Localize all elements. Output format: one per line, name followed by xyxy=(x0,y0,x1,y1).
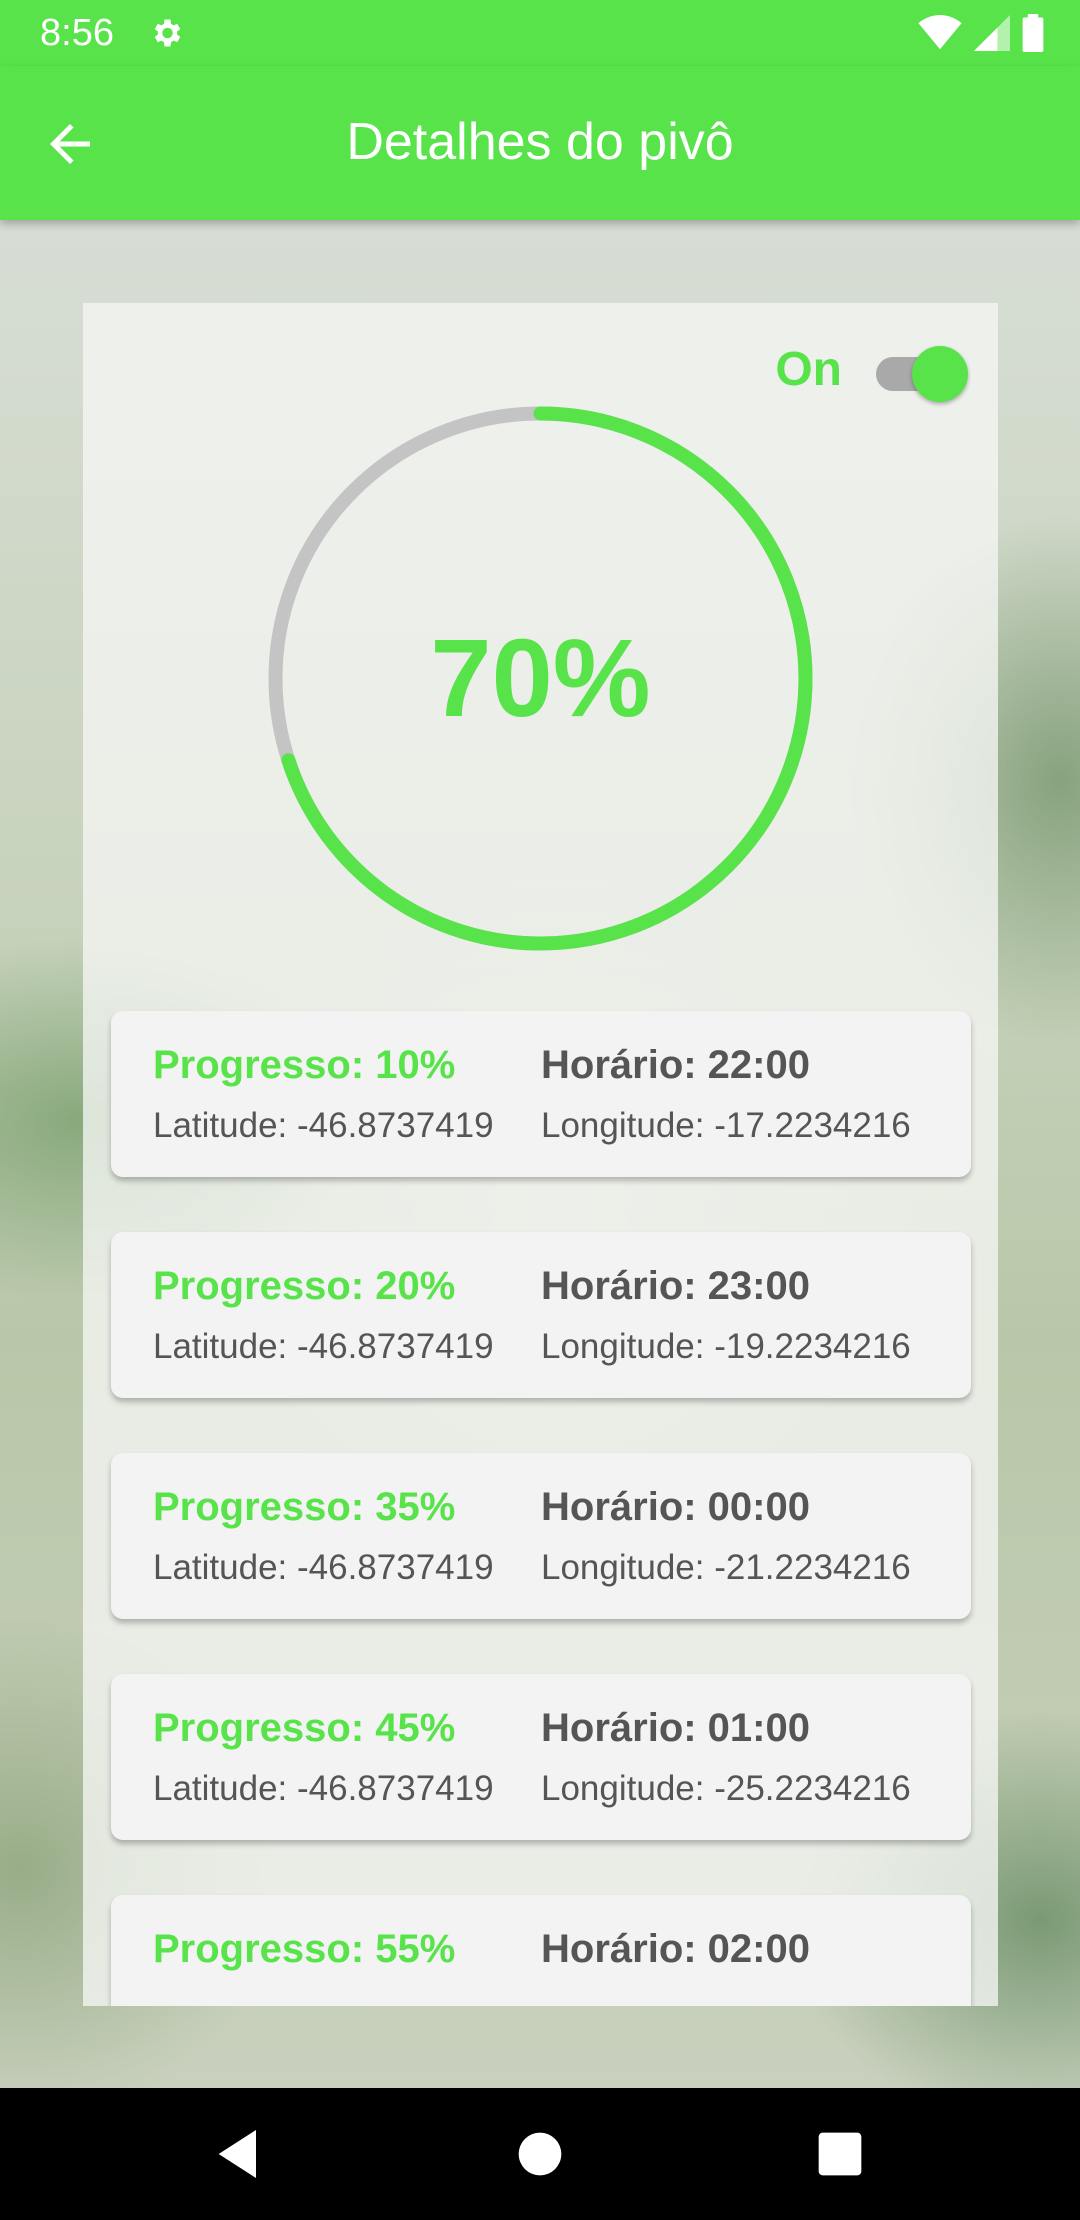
signal-icon xyxy=(974,15,1010,51)
item-time: Horário: 22:00 xyxy=(541,1043,810,1087)
power-toggle-switch[interactable] xyxy=(872,339,968,402)
app-bar: Detalhes do pivô xyxy=(0,66,1080,220)
item-progress: Progresso: 45% xyxy=(153,1706,456,1750)
battery-icon xyxy=(1022,14,1044,52)
status-time: 8:56 xyxy=(40,11,114,54)
recents-square-icon[interactable] xyxy=(808,2122,872,2186)
list-item[interactable]: Progresso: 10% Horário: 22:00 Latitude: … xyxy=(111,1011,971,1177)
item-progress: Progresso: 10% xyxy=(153,1043,456,1087)
pivot-details-card: On 70% Progresso: 10% Horário: 22:00 Lat… xyxy=(83,303,998,2006)
item-time: Horário: 02:00 xyxy=(541,1927,810,1971)
item-progress: Progresso: 20% xyxy=(153,1264,456,1308)
power-toggle-row: On xyxy=(775,339,968,402)
list-item[interactable]: Progresso: 55% Horário: 02:00 xyxy=(111,1895,971,2006)
system-nav-bar xyxy=(0,2088,1080,2220)
item-longitude: Longitude: -19.2234216 xyxy=(541,1327,911,1366)
item-progress: Progresso: 55% xyxy=(153,1927,456,1971)
item-longitude: Longitude: -25.2234216 xyxy=(541,1769,911,1808)
item-latitude: Latitude: -46.8737419 xyxy=(153,1327,494,1366)
list-item[interactable]: Progresso: 35% Horário: 00:00 Latitude: … xyxy=(111,1453,971,1619)
switch-thumb xyxy=(912,346,968,402)
wifi-icon xyxy=(918,15,962,50)
page-title: Detalhes do pivô xyxy=(346,113,734,171)
item-progress: Progresso: 35% xyxy=(153,1485,456,1529)
progress-percentage: 70% xyxy=(430,617,651,740)
list-item[interactable]: Progresso: 45% Horário: 01:00 Latitude: … xyxy=(111,1674,971,1840)
settings-icon xyxy=(154,19,181,47)
status-bar: 8:56 xyxy=(0,0,1080,66)
toggle-label: On xyxy=(775,342,842,396)
back-triangle-icon[interactable] xyxy=(208,2122,272,2186)
list-item[interactable]: Progresso: 20% Horário: 23:00 Latitude: … xyxy=(111,1232,971,1398)
item-longitude: Longitude: -21.2234216 xyxy=(541,1548,911,1587)
progress-history-list[interactable]: Progresso: 10% Horário: 22:00 Latitude: … xyxy=(111,1011,971,2006)
item-time: Horário: 00:00 xyxy=(541,1485,810,1529)
item-time: Horário: 01:00 xyxy=(541,1706,810,1750)
item-latitude: Latitude: -46.8737419 xyxy=(153,1106,494,1145)
item-time: Horário: 23:00 xyxy=(541,1264,810,1308)
item-latitude: Latitude: -46.8737419 xyxy=(153,1548,494,1587)
item-latitude: Latitude: -46.8737419 xyxy=(153,1769,494,1808)
item-longitude: Longitude: -17.2234216 xyxy=(541,1106,911,1145)
home-circle-icon[interactable] xyxy=(508,2122,572,2186)
